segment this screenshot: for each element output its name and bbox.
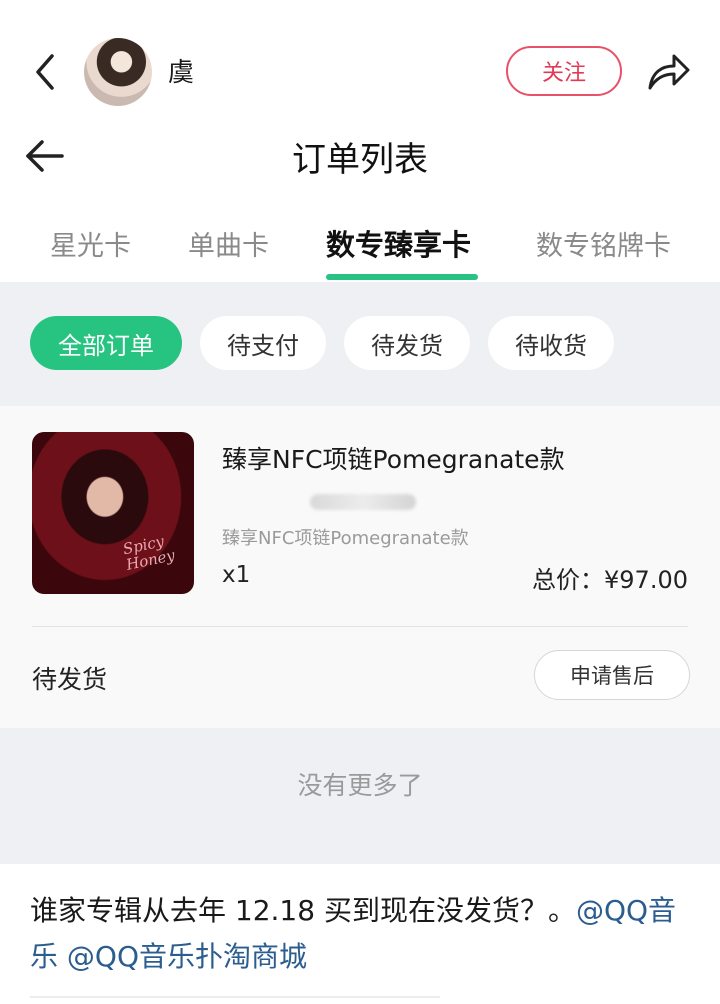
filter-all-orders[interactable]: 全部订单 bbox=[30, 316, 182, 370]
order-card[interactable]: Spicy Honey 臻享NFC项链Pomegranate款 臻享NFC项链P… bbox=[0, 406, 720, 728]
active-tab-indicator bbox=[326, 274, 478, 280]
product-name: 臻享NFC项链Pomegranate款 bbox=[222, 445, 565, 474]
username[interactable]: 虞 bbox=[168, 52, 194, 89]
post-text: 谁家专辑从去年 12.18 买到现在没发货？。@QQ音乐 @QQ音乐扑淘商城 bbox=[30, 888, 690, 980]
blurred-redaction bbox=[310, 494, 416, 510]
order-filter-bar: 全部订单 待支付 待发货 待收货 bbox=[0, 282, 720, 406]
mention-qq-music-store[interactable]: @QQ音乐扑淘商城 bbox=[67, 940, 307, 973]
filter-pending-payment[interactable]: 待支付 bbox=[200, 316, 326, 370]
tab-single-card[interactable]: 单曲卡 bbox=[188, 224, 269, 263]
chevron-left-icon[interactable] bbox=[28, 52, 64, 92]
divider bbox=[32, 626, 688, 627]
tab-starlight-card[interactable]: 星光卡 bbox=[50, 224, 131, 263]
product-quantity: x1 bbox=[222, 562, 251, 588]
filter-pending-receipt[interactable]: 待收货 bbox=[488, 316, 614, 370]
filter-pending-shipment[interactable]: 待发货 bbox=[344, 316, 470, 370]
page-title: 订单列表 bbox=[292, 140, 428, 180]
request-aftersale-button[interactable]: 申请售后 bbox=[534, 650, 690, 700]
list-end-area: 没有更多了 bbox=[0, 728, 720, 864]
tab-digital-album-premium-card[interactable]: 数专臻享卡 bbox=[326, 222, 471, 264]
avatar[interactable] bbox=[84, 38, 152, 106]
order-total: 总价：¥97.00 bbox=[532, 566, 688, 594]
tab-digital-album-nameplate-card[interactable]: 数专铭牌卡 bbox=[536, 224, 671, 263]
product-variant: 臻享NFC项链Pomegranate款 bbox=[222, 528, 469, 549]
album-cover-script-text: Spicy Honey bbox=[121, 532, 177, 574]
no-more-text: 没有更多了 bbox=[297, 771, 423, 800]
order-status: 待发货 bbox=[32, 665, 108, 694]
card-type-tabs: 星光卡 单曲卡 数专臻享卡 数专铭牌卡 bbox=[0, 212, 720, 282]
post-body: 谁家专辑从去年 12.18 买到现在没发货？。 bbox=[30, 894, 576, 927]
bottom-divider bbox=[30, 996, 440, 998]
social-header: 虞 关注 bbox=[0, 0, 720, 130]
share-arrow-icon[interactable] bbox=[644, 50, 692, 94]
album-cover-image[interactable]: Spicy Honey bbox=[32, 432, 194, 594]
follow-button[interactable]: 关注 bbox=[506, 46, 622, 96]
